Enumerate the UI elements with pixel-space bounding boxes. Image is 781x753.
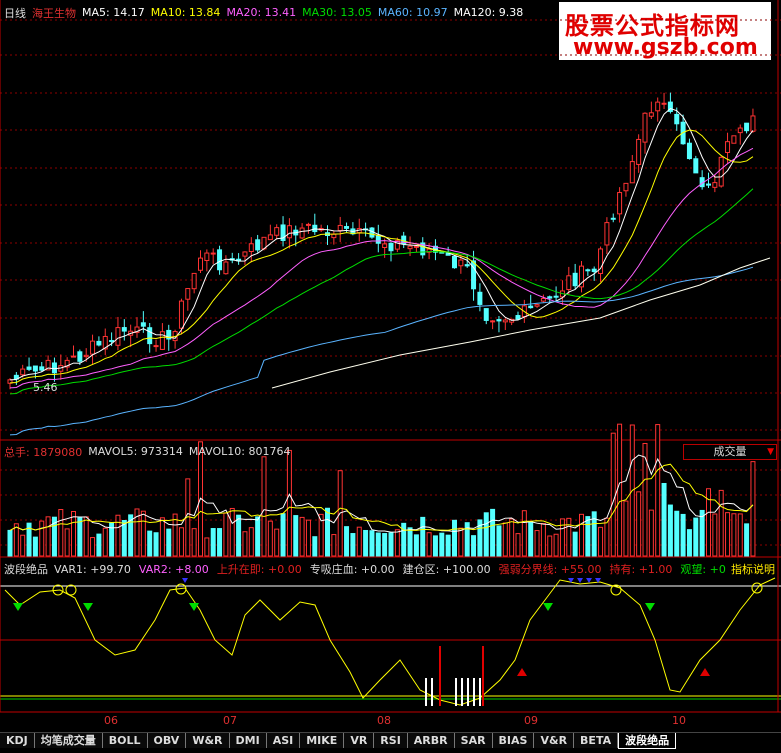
- tab-asi[interactable]: ASI: [266, 733, 301, 748]
- tab-sar[interactable]: SAR: [454, 733, 493, 748]
- indicator-value-3: 专吸庄血: +0.00: [309, 562, 395, 576]
- x-axis-label: 08: [377, 714, 391, 727]
- tab-rsi[interactable]: RSI: [374, 733, 408, 748]
- x-axis-label: 10: [672, 714, 686, 727]
- mavol10-label: MAVOL10: 801764: [188, 445, 291, 458]
- indicator-value-2: 上升在即: +0.00: [216, 562, 302, 576]
- indicator-tabs: KDJ 均笔成交量 BOLL OBV W&R DMI ASI MIKE VR RSI ARBR SAR…: [0, 732, 781, 749]
- chart-canvas: [0, 0, 781, 713]
- mavol5-label: MAVOL5: 973314: [88, 445, 183, 458]
- indicator-value-7: 观望: +0: [680, 562, 726, 576]
- x-axis-label: 06: [104, 714, 118, 727]
- tab-bias[interactable]: BIAS: [492, 733, 535, 748]
- tab-mike[interactable]: MIKE: [300, 733, 345, 748]
- tab-beta[interactable]: BETA: [574, 733, 619, 748]
- tab-arbr[interactable]: ARBR: [407, 733, 455, 748]
- tab-boll[interactable]: BOLL: [102, 733, 148, 748]
- total-volume: 总手: 1879080: [4, 445, 83, 459]
- indicator-value-4: 建仓区: +100.00: [402, 562, 491, 576]
- tab-kdj[interactable]: KDJ: [0, 733, 35, 748]
- chevron-down-icon: ▼: [767, 447, 774, 457]
- indicator-help-link[interactable]: 指标说明: [731, 561, 775, 577]
- volume-indicator-select[interactable]: 成交量 ▼: [683, 444, 777, 460]
- tab-波段绝品[interactable]: 波段绝品: [618, 733, 677, 749]
- tab-dmi[interactable]: DMI: [229, 733, 267, 748]
- indicator-name: 波段绝品: [4, 562, 48, 576]
- tab-w&r[interactable]: W&R: [186, 733, 230, 748]
- indicator-value-5: 强弱分界线: +55.00: [498, 562, 602, 576]
- x-axis-label: 07: [223, 714, 237, 727]
- tab-v&r[interactable]: V&R: [534, 733, 575, 748]
- indicator-value-0: VAR1: +99.70: [54, 562, 131, 576]
- volume-select-label: 成交量: [713, 445, 747, 458]
- tab-vr[interactable]: VR: [344, 733, 375, 748]
- indicator-legend: 波段绝品 VAR1: +99.70 VAR2: +8.00 上升在即: +0.00 专…: [0, 561, 740, 576]
- indicator-value-6: 持有: +1.00: [609, 562, 673, 576]
- tab-obv[interactable]: OBV: [147, 733, 187, 748]
- indicator-values: VAR1: +99.70 VAR2: +8.00 上升在即: +0.00 专吸庄血: …: [54, 561, 734, 577]
- x-axis-label: 09: [524, 714, 538, 727]
- tab-均笔成交量[interactable]: 均笔成交量: [34, 733, 103, 748]
- volume-legend: 总手: 1879080 MAVOL5: 973314 MAVOL10: 8017…: [0, 444, 296, 459]
- low-price-marker: 5.46: [33, 381, 58, 394]
- indicator-value-1: VAR2: +8.00: [138, 562, 209, 576]
